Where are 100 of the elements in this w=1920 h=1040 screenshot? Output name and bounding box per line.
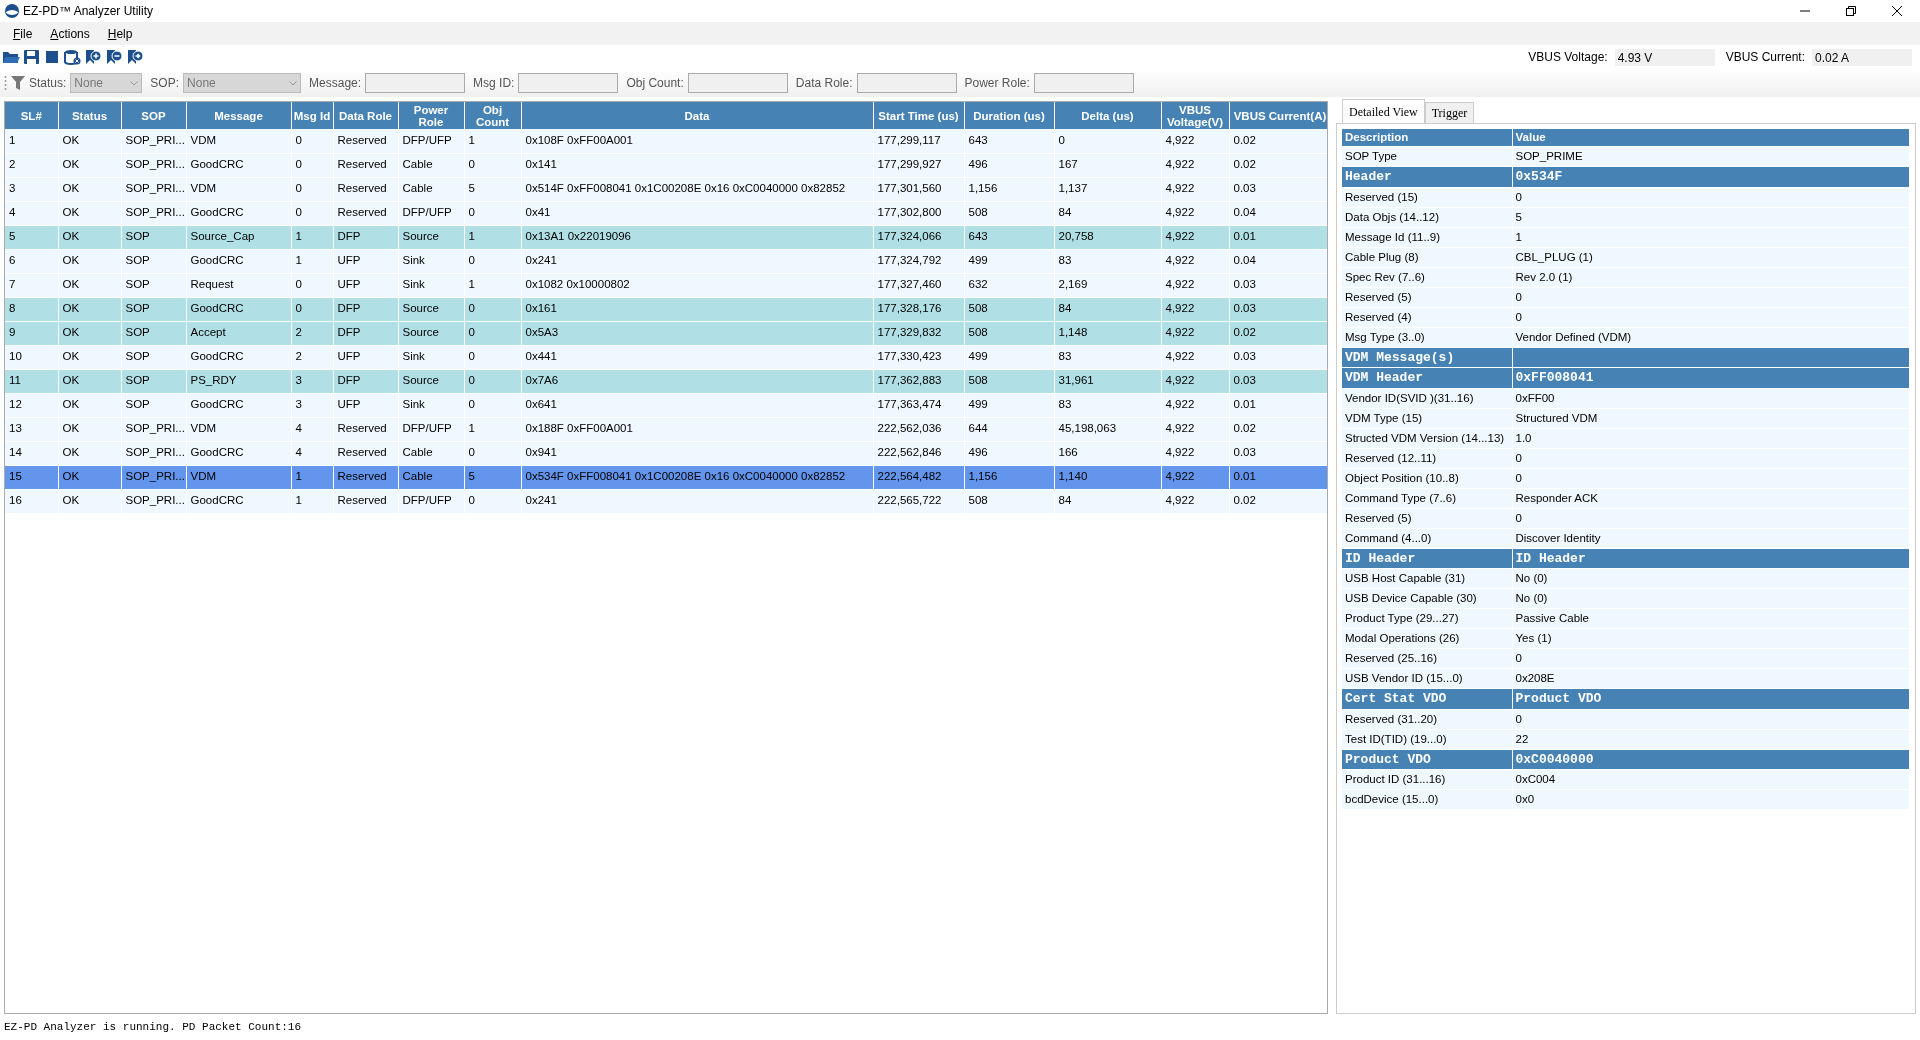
menu-item[interactable]: Actions — [43, 22, 97, 45]
table-cell: 0x41 — [521, 201, 873, 225]
column-header[interactable]: Data Role — [333, 102, 398, 129]
table-cell: 177,363,474 — [873, 393, 964, 417]
input-field[interactable] — [687, 73, 788, 93]
table-cell: 1,156 — [964, 465, 1054, 489]
table-cell: Reserved (12..11) — [1342, 448, 1512, 469]
table-cell: 0.02 — [1229, 417, 1327, 441]
table-cell: VDM — [186, 177, 291, 201]
bookmark-plus-icon[interactable] — [84, 49, 102, 65]
vbus-label: VBUS Voltage: — [1528, 49, 1608, 66]
table-cell: 5 — [1512, 207, 1909, 228]
table-cell: 0x941 — [521, 441, 873, 465]
table-cell: VDM Type (15) — [1342, 408, 1512, 429]
section-header: 0x534F — [1512, 166, 1909, 188]
table-cell: 0 — [291, 129, 333, 153]
tab[interactable]: Trigger — [1424, 102, 1475, 123]
column-header[interactable]: Msg Id — [291, 102, 333, 129]
bookmark-minus-icon[interactable] — [105, 49, 123, 65]
table-cell: 1 — [5, 129, 58, 153]
table-cell: No (0) — [1512, 568, 1909, 589]
section-header: Header — [1342, 166, 1512, 188]
input-field[interactable] — [1033, 73, 1134, 93]
column-header[interactable]: VBUS Voltage(V) — [1161, 102, 1229, 129]
table-cell: 0.02 — [1229, 321, 1327, 345]
vbus-value: 4.93 V — [1614, 48, 1715, 66]
table-cell: 10 — [5, 345, 58, 369]
column-header[interactable]: Delta (us) — [1054, 102, 1161, 129]
table-cell: 0x188F 0xFF00A001 — [521, 417, 873, 441]
table-cell: 83 — [1054, 393, 1161, 417]
folder-icon[interactable] — [2, 49, 20, 65]
table-cell: PS_RDY — [186, 369, 291, 393]
table-cell: 499 — [964, 393, 1054, 417]
table-cell: 177,329,832 — [873, 321, 964, 345]
filter-icon[interactable] — [11, 76, 25, 90]
menu-item[interactable]: File — [6, 22, 40, 45]
table-cell: 0 — [1512, 187, 1909, 208]
column-header[interactable]: Message — [186, 102, 291, 129]
table-cell: 1,148 — [1054, 321, 1161, 345]
close-icon[interactable] — [1891, 5, 1903, 17]
table-cell: 496 — [964, 153, 1054, 177]
column-header[interactable]: Description — [1342, 129, 1512, 147]
table-cell: 632 — [964, 273, 1054, 297]
table-cell: Product ID (31...16) — [1342, 769, 1512, 790]
table-cell: 177,327,460 — [873, 273, 964, 297]
input-field[interactable] — [856, 73, 957, 93]
table-cell: Responder ACK — [1512, 488, 1909, 509]
section-header: VDM Message(s) — [1342, 347, 1512, 368]
status-text: EZ-PD Analyzer is running. PD Packet Count:16 — [3, 1019, 303, 1035]
section-header: Cert Stat VDO — [1342, 688, 1512, 710]
table-cell: VDM — [186, 465, 291, 489]
table-cell: 0 — [1512, 448, 1909, 469]
column-header[interactable]: Start Time (us) — [873, 102, 964, 129]
table-cell: 0.04 — [1229, 249, 1327, 273]
table-cell: USB Device Capable (30) — [1342, 588, 1512, 609]
column-header[interactable]: Value — [1512, 129, 1909, 147]
menu-item[interactable]: Help — [100, 22, 140, 45]
column-header[interactable]: SL# — [5, 102, 58, 129]
table-cell: 4 — [5, 201, 58, 225]
table-cell: 0xFF00 — [1512, 388, 1909, 409]
table-cell: Rev 2.0 (1) — [1512, 267, 1909, 288]
table-cell: 644 — [964, 417, 1054, 441]
table-cell: 9 — [5, 321, 58, 345]
table-cell: 0 — [1054, 129, 1161, 153]
table-cell: Yes (1) — [1512, 628, 1909, 649]
column-header[interactable]: Status — [58, 102, 121, 129]
filter-label: Data Role: — [795, 75, 853, 92]
column-header[interactable]: Obj Count — [464, 102, 521, 129]
restore-icon[interactable] — [1845, 5, 1857, 17]
column-header[interactable]: VBUS Current(A) — [1229, 102, 1327, 129]
bookmark-arrow-icon[interactable] — [126, 49, 144, 65]
table-cell: 4,922 — [1161, 129, 1229, 153]
table-cell: USB Vendor ID (15...0) — [1342, 668, 1512, 689]
column-header[interactable]: Duration (us) — [964, 102, 1054, 129]
table-cell: 0.02 — [1229, 489, 1327, 513]
database-icon[interactable] — [63, 49, 81, 65]
table-cell: 0.01 — [1229, 393, 1327, 417]
input-field[interactable] — [365, 73, 466, 93]
table-cell: 16 — [5, 489, 58, 513]
table-cell: 222,564,482 — [873, 465, 964, 489]
table-cell: DFP/UFP — [398, 129, 464, 153]
table-cell: 5 — [5, 225, 58, 249]
table-cell: 0x13A1 0x22019096 — [521, 225, 873, 249]
stop-icon[interactable] — [44, 49, 60, 65]
grip-icon — [4, 75, 7, 91]
table-cell: 177,324,792 — [873, 249, 964, 273]
table-cell: 2 — [5, 153, 58, 177]
table-cell: 0.04 — [1229, 201, 1327, 225]
table-cell: 0x208E — [1512, 668, 1909, 689]
column-header[interactable]: Data — [521, 102, 873, 129]
column-header[interactable]: SOP — [121, 102, 186, 129]
input-field[interactable] — [518, 73, 619, 93]
column-header[interactable]: Power Role — [398, 102, 464, 129]
table-cell: 7 — [5, 273, 58, 297]
tab[interactable]: Detailed View — [1342, 99, 1425, 123]
table-cell: 0.03 — [1229, 177, 1327, 201]
table-cell: 0x161 — [521, 297, 873, 321]
table-cell: 0.02 — [1229, 129, 1327, 153]
table-cell: 1,156 — [964, 177, 1054, 201]
table-cell: 1.0 — [1512, 428, 1909, 449]
